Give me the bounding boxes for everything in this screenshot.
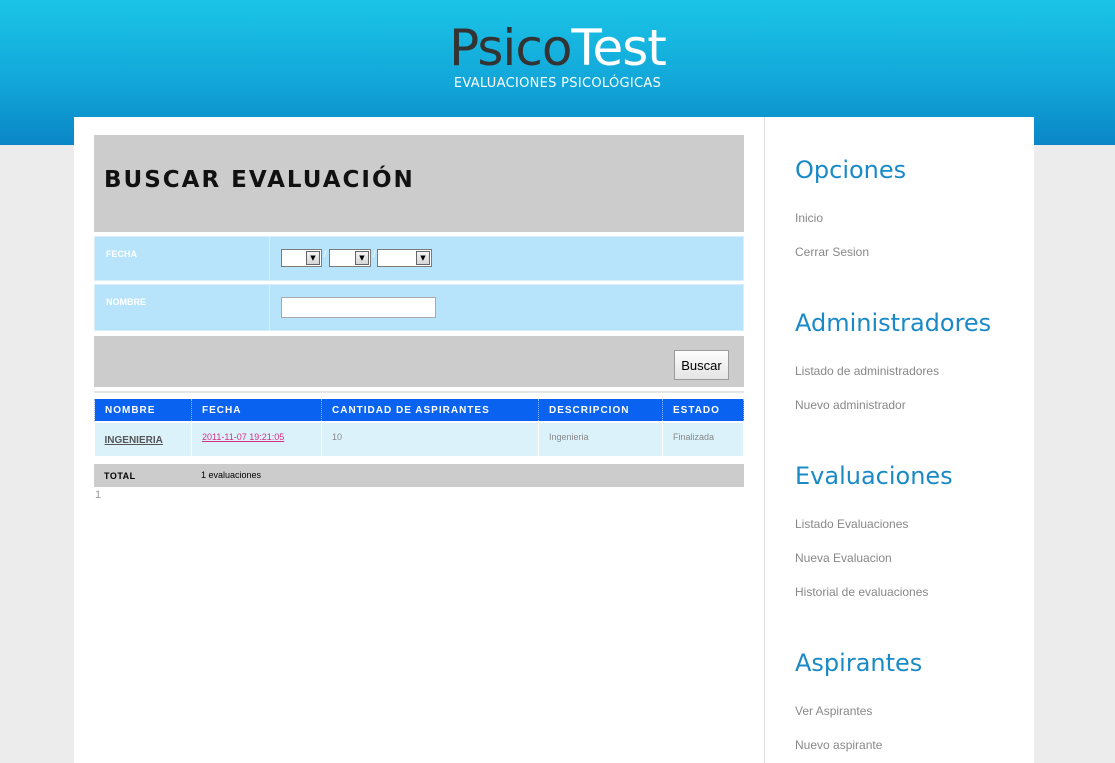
sidebar-link-nuevo-aspirante[interactable]: Nuevo aspirante: [795, 738, 922, 752]
form-row-fecha: FECHA ▼ / ▼ / ▼: [94, 236, 744, 281]
sidebar-link-nueva-evaluacion[interactable]: Nueva Evaluacion: [795, 551, 953, 565]
column-header-descripcion[interactable]: DESCRIPCION: [538, 399, 663, 422]
logo-psico: Psico: [449, 19, 572, 77]
sidebar-section-evaluaciones: Evaluaciones Listado Evaluaciones Nueva …: [795, 461, 953, 599]
column-header-fecha[interactable]: FECHA: [191, 399, 322, 422]
month-select[interactable]: ▼: [329, 249, 371, 267]
sidebar-section-aspirantes: Aspirantes Ver Aspirantes Nuevo aspirant…: [795, 648, 922, 752]
search-actions: Buscar: [94, 336, 744, 387]
pagination-page[interactable]: 1: [95, 489, 101, 501]
results-table: NOMBRE FECHA CANTIDAD DE ASPIRANTES DESC…: [94, 399, 744, 456]
sidebar-link-inicio[interactable]: Inicio: [795, 211, 906, 225]
sidebar: Opciones Inicio Cerrar Sesion Administra…: [764, 117, 1035, 763]
evaluation-date-link[interactable]: 2011-11-07 19:21:05: [202, 432, 284, 442]
total-value: 1 evaluaciones: [201, 470, 262, 480]
form-row-nombre: NOMBRE: [94, 284, 744, 331]
cell-fecha: 2011-11-07 19:21:05: [191, 421, 322, 456]
sidebar-link-listado-administradores[interactable]: Listado de administradores: [795, 364, 991, 378]
nombre-label: NOMBRE: [106, 297, 146, 307]
logo-test: Test: [571, 19, 666, 77]
content-container: BUSCAR EVALUACIÓN FECHA ▼ / ▼ / ▼ NOMBRE: [74, 117, 1034, 763]
sidebar-section-administradores: Administradores Listado de administrador…: [795, 308, 991, 412]
sidebar-heading: Administradores: [795, 309, 992, 337]
divider: [94, 391, 744, 393]
cell-estado: Finalizada: [662, 421, 744, 456]
date-separator: /: [373, 249, 376, 259]
evaluation-name-link[interactable]: INGENIERIA: [105, 435, 163, 446]
chevron-down-icon: ▼: [355, 251, 369, 265]
sidebar-heading: Opciones: [795, 156, 907, 184]
sidebar-link-nuevo-administrador[interactable]: Nuevo administrador: [795, 398, 991, 412]
cell-cantidad: 10: [321, 421, 539, 456]
sidebar-link-cerrar-sesion[interactable]: Cerrar Sesion: [795, 245, 906, 259]
cell-nombre: INGENIERIA: [94, 421, 192, 456]
column-header-nombre[interactable]: NOMBRE: [94, 399, 192, 422]
sidebar-link-ver-aspirantes[interactable]: Ver Aspirantes: [795, 704, 922, 718]
sidebar-heading: Evaluaciones: [795, 462, 953, 490]
form-divider: [269, 285, 270, 330]
logo-subtitle: EVALUACIONES PSICOLÓGICAS: [453, 76, 662, 91]
page-title: BUSCAR EVALUACIÓN: [104, 167, 415, 193]
total-label: TOTAL: [104, 471, 136, 481]
sidebar-link-listado-evaluaciones[interactable]: Listado Evaluaciones: [795, 517, 953, 531]
site-logo[interactable]: PsicoTest EVALUACIONES PSICOLÓGICAS: [0, 18, 1115, 91]
form-divider: [269, 237, 270, 280]
sidebar-link-historial-evaluaciones[interactable]: Historial de evaluaciones: [795, 585, 953, 599]
cell-descripcion: Ingenieria: [538, 421, 663, 456]
day-select[interactable]: ▼: [281, 249, 322, 267]
table-header-row: NOMBRE FECHA CANTIDAD DE ASPIRANTES DESC…: [94, 399, 744, 422]
chevron-down-icon: ▼: [306, 251, 320, 265]
column-header-estado[interactable]: ESTADO: [662, 399, 744, 422]
nombre-input[interactable]: [281, 297, 436, 318]
sidebar-heading: Aspirantes: [795, 649, 923, 677]
fecha-label: FECHA: [106, 249, 137, 259]
search-button[interactable]: Buscar: [674, 350, 729, 380]
total-row: TOTAL 1 evaluaciones: [94, 464, 744, 487]
chevron-down-icon: ▼: [416, 251, 430, 265]
table-row: INGENIERIA 2011-11-07 19:21:05 10 Ingeni…: [94, 421, 744, 456]
page-title-box: BUSCAR EVALUACIÓN: [94, 135, 744, 232]
date-separator: /: [324, 249, 327, 259]
year-select[interactable]: ▼: [377, 249, 432, 267]
column-header-cantidad[interactable]: CANTIDAD DE ASPIRANTES: [321, 399, 539, 422]
logo-title: PsicoTest: [0, 18, 1115, 78]
sidebar-section-opciones: Opciones Inicio Cerrar Sesion: [795, 155, 906, 259]
